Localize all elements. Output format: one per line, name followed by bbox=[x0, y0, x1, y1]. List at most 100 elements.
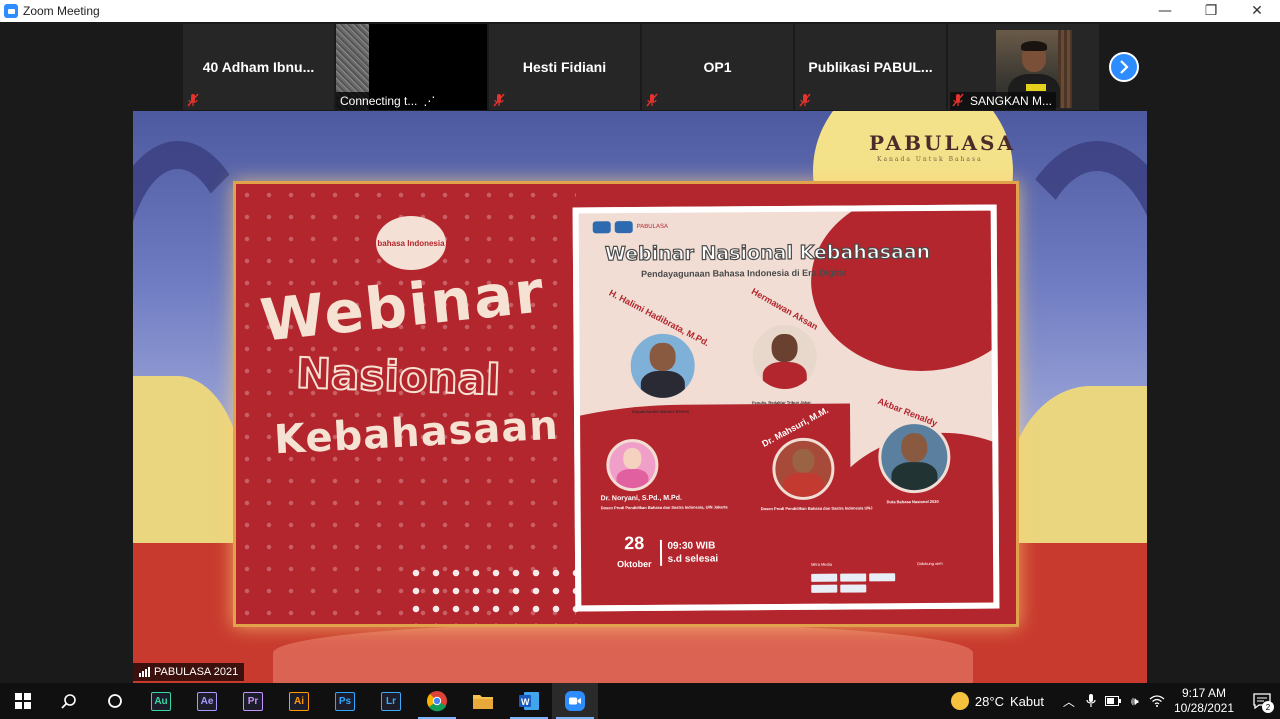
task-view-button[interactable] bbox=[92, 683, 138, 719]
shared-screen[interactable]: PABULASA Kanada Untuk Bahasa bahasa Indo… bbox=[133, 111, 1147, 683]
taskbar: Au Ae Pr Ai Ps Lr W 28°C Kabut ︿ 🕪 9:17 … bbox=[0, 683, 1280, 719]
brand-tagline: Kanada Untuk Bahasa bbox=[877, 156, 983, 163]
wifi-icon[interactable] bbox=[1146, 683, 1168, 719]
participant-tile[interactable]: Connecting t... ⋰ bbox=[336, 24, 487, 110]
event-day: 28 bbox=[624, 532, 645, 554]
brand-logo-text: PABULASA bbox=[869, 131, 1016, 155]
premiere-icon: Pr bbox=[243, 691, 263, 711]
participant-name: Connecting t... bbox=[340, 94, 418, 108]
sharer-label: PABULASA 2021 bbox=[133, 663, 245, 681]
mic-muted-icon bbox=[187, 93, 199, 107]
windows-icon bbox=[15, 693, 31, 709]
illustrator-icon: Ai bbox=[289, 691, 309, 711]
taskbar-app-word[interactable]: W bbox=[506, 683, 552, 719]
media-partners-label: Mitra Media bbox=[811, 561, 833, 567]
taskbar-app-zoom[interactable] bbox=[552, 683, 598, 719]
participant-name: Hesti Fidiani bbox=[522, 59, 607, 75]
title-bar: Zoom Meeting — ❐ ✕ bbox=[0, 0, 1280, 22]
speaker-desc: Dosen Prodi Pendidikan Bahasa dan Sastra… bbox=[760, 505, 873, 512]
participant-tile[interactable]: 40 Adham Ibnu... bbox=[183, 24, 334, 110]
participant-name: 40 Adham Ibnu... bbox=[202, 59, 315, 75]
participant-tile[interactable]: SANGKAN M... bbox=[948, 24, 1099, 110]
audition-icon: Au bbox=[151, 691, 171, 711]
search-icon bbox=[61, 694, 76, 709]
chevron-right-icon bbox=[1120, 60, 1129, 74]
photoshop-icon: Ps bbox=[335, 691, 355, 711]
participant-name: SANGKAN M... bbox=[950, 92, 1057, 110]
webinar-banner: bahasa Indonesia Webinar Nasional Kebaha… bbox=[233, 181, 1019, 627]
speaker-volume-icon[interactable]: 🕪 bbox=[1124, 683, 1146, 719]
action-center-button[interactable]: 2 bbox=[1244, 683, 1280, 719]
poster-subtitle: Pendayagunaan Bahasa Indonesia di Era Di… bbox=[641, 267, 847, 280]
participant-tile[interactable]: Hesti Fidiani bbox=[489, 24, 640, 110]
after-effects-icon: Ae bbox=[197, 691, 217, 711]
speaker-desc: Dosen Prodi Pendidikan Bahasa dan Sastra… bbox=[600, 504, 728, 511]
chrome-icon bbox=[427, 691, 447, 712]
event-time: 09:30 WIB bbox=[667, 539, 716, 552]
taskbar-app-after-effects[interactable]: Ae bbox=[184, 683, 230, 719]
mic-muted-icon bbox=[799, 93, 811, 107]
connecting-dots-icon: ⋰ bbox=[423, 94, 436, 108]
speaker-photo bbox=[772, 437, 835, 501]
system-clock[interactable]: 9:17 AM 10/28/2021 bbox=[1174, 686, 1234, 716]
poster-logos: PABULASA bbox=[592, 221, 677, 234]
speaker-photo bbox=[627, 330, 698, 402]
mic-muted-icon bbox=[493, 93, 505, 107]
weather-sun-icon bbox=[950, 692, 969, 710]
participant-name: Publikasi PABUL... bbox=[808, 59, 933, 75]
weather-temperature: 28°C bbox=[974, 693, 1004, 709]
speaker-desc: Penulis, Redaktur Tribun Jabar bbox=[751, 399, 811, 406]
speech-bubble: bahasa Indonesia bbox=[376, 216, 446, 270]
sharer-name: PABULASA 2021 bbox=[154, 666, 239, 678]
speaker-desc: Kepala Kantor Bahasa Banten bbox=[632, 408, 690, 415]
restore-button[interactable]: ❐ bbox=[1188, 0, 1234, 22]
banner-title-nasional: Nasional bbox=[294, 347, 502, 405]
mic-muted-icon bbox=[952, 93, 964, 107]
partner-logos bbox=[811, 573, 921, 593]
clock-date: 10/28/2021 bbox=[1173, 701, 1234, 715]
taskbar-app-chrome[interactable] bbox=[414, 683, 460, 719]
mic-muted-icon bbox=[646, 93, 658, 107]
window-title: Zoom Meeting bbox=[23, 4, 100, 18]
taskbar-app-lightroom[interactable]: Lr bbox=[368, 683, 414, 719]
event-date: 28 Oktober 09:30 WIB s.d selesai bbox=[617, 532, 719, 572]
minimize-button[interactable]: — bbox=[1142, 0, 1188, 22]
speaker-photo bbox=[878, 420, 951, 494]
taskbar-app-premiere[interactable]: Pr bbox=[230, 683, 276, 719]
show-hidden-icons-chevron-up-icon[interactable]: ︿ bbox=[1058, 683, 1080, 719]
clock-time: 9:17 AM bbox=[1181, 686, 1226, 700]
taskbar-app-audition[interactable]: Au bbox=[138, 683, 184, 719]
speaker-desc: Duta Bahasa Nasional 2020 bbox=[886, 498, 939, 505]
cortana-icon bbox=[108, 694, 122, 708]
start-button[interactable] bbox=[0, 683, 46, 719]
next-page-button[interactable] bbox=[1109, 52, 1139, 82]
supported-by-label: Didukung oleh bbox=[917, 560, 943, 567]
svg-text:W: W bbox=[521, 697, 530, 707]
zoom-icon bbox=[565, 691, 585, 711]
microphone-icon[interactable] bbox=[1080, 683, 1102, 719]
speaker-name: Dr. Noryani, S.Pd., M.Pd. bbox=[600, 494, 682, 503]
participant-tile[interactable]: OP1 bbox=[642, 24, 793, 110]
participant-status: Connecting t... ⋰ bbox=[336, 92, 440, 110]
notification-count-badge: 2 bbox=[1262, 701, 1274, 713]
participant-name: OP1 bbox=[703, 59, 732, 75]
folder-icon bbox=[473, 695, 493, 709]
taskbar-app-illustrator[interactable]: Ai bbox=[276, 683, 322, 719]
signal-bars-icon bbox=[139, 667, 150, 677]
speaker-photo bbox=[606, 438, 659, 492]
weather-widget[interactable]: 28°C Kabut bbox=[950, 692, 1044, 710]
close-button[interactable]: ✕ bbox=[1234, 0, 1280, 22]
meeting-area: 40 Adham Ibnu... Connecting t... ⋰ Hesti… bbox=[0, 22, 1280, 683]
word-icon: W bbox=[519, 692, 539, 710]
participant-tile[interactable]: Publikasi PABUL... bbox=[795, 24, 946, 110]
taskbar-app-photoshop[interactable]: Ps bbox=[322, 683, 368, 719]
taskbar-app-file-explorer[interactable] bbox=[460, 683, 506, 719]
poster-title: Webinar Nasional Kebahasaan bbox=[604, 240, 931, 266]
participant-strip: 40 Adham Ibnu... Connecting t... ⋰ Hesti… bbox=[183, 24, 1099, 110]
weather-condition: Kabut bbox=[1009, 693, 1044, 709]
battery-icon[interactable] bbox=[1102, 683, 1124, 719]
lightroom-icon: Lr bbox=[381, 691, 401, 711]
search-button[interactable] bbox=[46, 683, 92, 719]
zoom-app-icon bbox=[4, 4, 18, 18]
event-time-end: s.d selesai bbox=[667, 552, 719, 565]
